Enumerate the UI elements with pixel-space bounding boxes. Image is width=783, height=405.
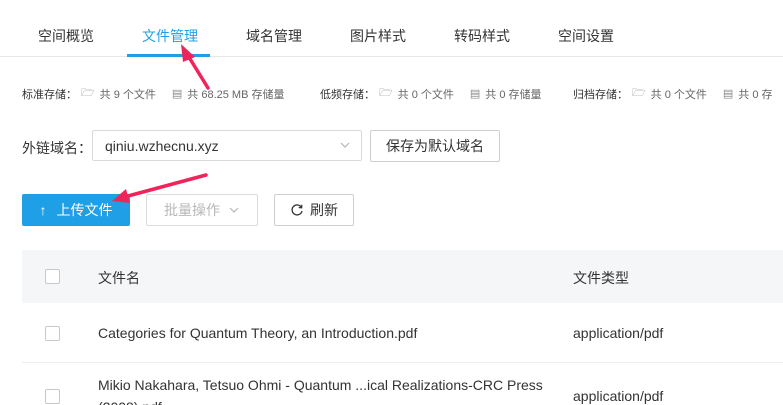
tab-bar: 空间概览 文件管理 域名管理 图片样式 转码样式 空间设置 — [0, 0, 783, 57]
upload-label: 上传文件 — [56, 202, 113, 218]
stat-label: 归档存储： — [573, 88, 628, 101]
stat-standard: 标准存储： 🗁 共 9 个文件 ▤ 共 68.25 MB 存储量 — [22, 84, 284, 103]
stat-size: 共 68.25 MB 存储量 — [187, 88, 285, 101]
row-checkbox[interactable] — [45, 389, 60, 404]
storage-icon: ▤ — [469, 88, 481, 100]
batch-operations-button[interactable]: 批量操作 — [146, 194, 258, 226]
arrow-up-icon: ↑ — [39, 202, 47, 218]
table-row[interactable]: Mikio Nakahara, Tetsuo Ohmi - Quantum ..… — [22, 363, 783, 405]
file-type: application/pdf — [573, 325, 664, 341]
folder-icon: 🗁 — [81, 87, 95, 99]
storage-icon: ▤ — [722, 88, 734, 100]
domain-label: 外链域名： — [22, 140, 92, 156]
refresh-label: 刷新 — [310, 202, 338, 218]
column-header-type[interactable]: 文件类型 — [573, 268, 629, 288]
stat-files: 共 9 个文件 — [99, 88, 156, 101]
folder-icon: 🗁 — [632, 87, 646, 99]
column-header-name[interactable]: 文件名 — [98, 268, 140, 288]
chevron-down-icon — [229, 207, 239, 213]
stat-size: 共 0 存 — [738, 88, 773, 101]
refresh-icon — [291, 204, 303, 216]
file-type: application/pdf — [573, 388, 664, 404]
file-name[interactable]: Mikio Nakahara, Tetsuo Ohmi - Quantum ..… — [98, 374, 548, 405]
stat-infrequent: 低频存储： 🗁 共 0 个文件 ▤ 共 0 存储量 — [320, 84, 542, 103]
stat-size: 共 0 存储量 — [485, 88, 542, 101]
tab-space-overview[interactable]: 空间概览 — [38, 26, 94, 46]
tab-domain-management[interactable]: 域名管理 — [246, 26, 302, 46]
active-tab-indicator — [127, 54, 210, 57]
file-name[interactable]: Categories for Quantum Theory, an Introd… — [98, 325, 417, 341]
stat-files: 共 0 个文件 — [650, 88, 707, 101]
save-default-domain-button[interactable]: 保存为默认域名 — [370, 130, 500, 162]
folder-icon: 🗁 — [379, 87, 393, 99]
file-table-header: 文件名 文件类型 — [22, 250, 783, 303]
stat-archive: 归档存储： 🗁 共 0 个文件 ▤ 共 0 存 — [573, 84, 773, 103]
tab-transcode-styles[interactable]: 转码样式 — [454, 26, 510, 46]
tab-space-settings[interactable]: 空间设置 — [558, 26, 614, 46]
domain-value: qiniu.wzhecnu.xyz — [105, 138, 219, 154]
tab-image-styles[interactable]: 图片样式 — [350, 26, 406, 46]
chevron-down-icon — [340, 142, 350, 148]
stat-label: 低频存储： — [320, 88, 375, 101]
tab-file-management[interactable]: 文件管理 — [142, 26, 198, 46]
storage-icon: ▤ — [171, 88, 183, 100]
select-all-checkbox[interactable] — [45, 269, 60, 284]
refresh-button[interactable]: 刷新 — [274, 194, 354, 226]
stat-label: 标准存储： — [22, 88, 77, 101]
upload-file-button[interactable]: ↑ 上传文件 — [22, 194, 130, 226]
table-row[interactable]: Categories for Quantum Theory, an Introd… — [22, 303, 783, 363]
stat-files: 共 0 个文件 — [397, 88, 454, 101]
row-checkbox[interactable] — [45, 326, 60, 341]
domain-select[interactable]: qiniu.wzhecnu.xyz — [92, 130, 362, 161]
batch-label: 批量操作 — [164, 202, 220, 218]
